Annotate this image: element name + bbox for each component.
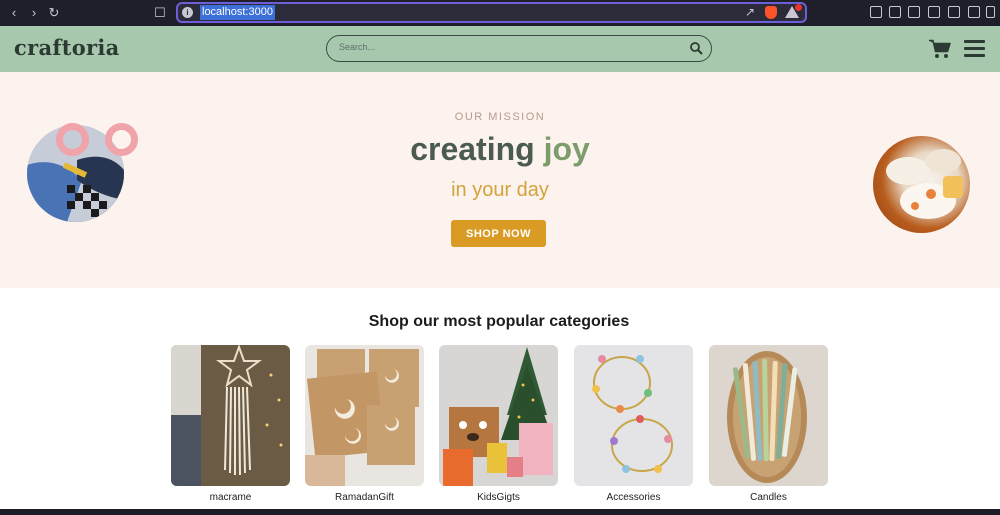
teacups-photo xyxy=(886,149,963,219)
window-bottom-edge xyxy=(0,509,1000,515)
share-icon[interactable]: ↗ xyxy=(745,5,755,19)
leo-icon[interactable] xyxy=(948,6,960,18)
notification-dot xyxy=(795,4,802,11)
wallet-icon[interactable] xyxy=(928,6,940,18)
hero-headline: creating joy xyxy=(0,131,1000,168)
hero-image-right xyxy=(873,136,970,233)
site-info-icon[interactable]: i xyxy=(182,7,193,18)
shop-now-button[interactable]: SHOP NOW xyxy=(451,220,546,247)
category-label-ramadangift[interactable]: RamadanGift xyxy=(305,492,424,503)
accessories-image xyxy=(574,345,693,486)
puzzle-icon[interactable] xyxy=(889,6,901,18)
kidsgigts-image xyxy=(439,345,558,486)
categories-heading: Shop our most popular categories xyxy=(368,313,630,330)
hero-eyebrow: OUR MISSION xyxy=(454,111,546,123)
search-input[interactable]: Search... xyxy=(339,42,375,52)
url-text[interactable]: localhost:3000 xyxy=(200,5,275,20)
category-label-kidsgigts[interactable]: KidsGigts xyxy=(439,492,558,503)
back-icon[interactable]: ‹ xyxy=(6,4,22,22)
hero-banner: OUR MISSION creating joy in your day SHO… xyxy=(0,72,1000,288)
headline-accent: joy xyxy=(543,131,590,167)
category-card-macrame[interactable] xyxy=(171,345,290,486)
category-label-candles[interactable]: Candles xyxy=(709,492,828,503)
macrame-image xyxy=(171,345,290,486)
sidebar-icon[interactable] xyxy=(908,6,920,18)
candles-image xyxy=(709,345,828,486)
search-icon[interactable] xyxy=(689,41,703,55)
extension-icon[interactable] xyxy=(870,6,882,18)
category-card-ramadangift[interactable] xyxy=(305,345,424,486)
browser-toolbar: ‹ › ↻ ☐ i localhost:3000 ↗ xyxy=(0,0,1000,26)
menu-icon[interactable] xyxy=(986,6,995,18)
forward-icon[interactable]: › xyxy=(26,4,42,22)
category-label-macrame[interactable]: macrame xyxy=(171,492,290,503)
address-bar[interactable]: i localhost:3000 ↗ xyxy=(176,2,807,23)
reload-icon[interactable]: ↻ xyxy=(46,4,62,22)
search-bar[interactable]: Search... xyxy=(326,35,712,62)
vpn-icon[interactable] xyxy=(968,6,980,18)
hero-subline: in your day xyxy=(451,179,549,201)
category-card-accessories[interactable] xyxy=(574,345,693,486)
cart-icon[interactable] xyxy=(929,39,951,59)
category-card-kidsgigts[interactable] xyxy=(439,345,558,486)
site-header: craftoria Search... xyxy=(0,26,1000,72)
headline-main: creating xyxy=(410,131,544,167)
category-card-candles[interactable] xyxy=(709,345,828,486)
ramadangift-image xyxy=(305,345,424,486)
brave-shields-icon[interactable] xyxy=(765,6,777,19)
site-logo[interactable]: craftoria xyxy=(14,35,120,60)
hamburger-menu-icon[interactable] xyxy=(964,40,985,57)
bookmark-icon[interactable]: ☐ xyxy=(152,4,168,22)
category-label-accessories[interactable]: Accessories xyxy=(574,492,693,503)
